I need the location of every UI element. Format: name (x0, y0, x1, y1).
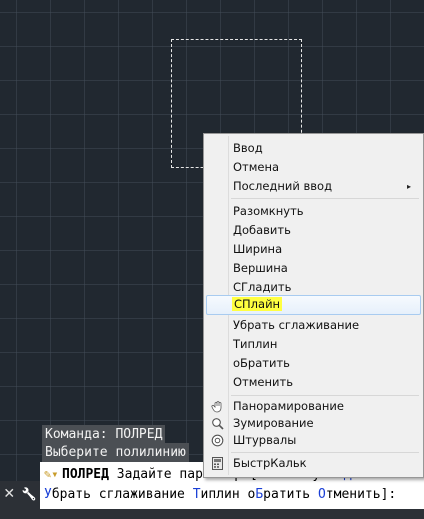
history-line-select: Выберите полилинию (42, 443, 189, 462)
wrench-icon[interactable]: 🔧 (22, 487, 37, 501)
menu-item-label: БыстрКальк (233, 456, 307, 470)
menu-item-label: СПлайн (232, 297, 283, 311)
menu-item-label: Последний ввод (233, 179, 333, 193)
context-menu: Ввод Отмена Последний ввод ▸ Разомкнуть Д… (203, 133, 424, 478)
menu-item-vershina[interactable]: Вершина (206, 259, 421, 278)
menu-item-dobavit[interactable]: Добавить (206, 221, 421, 240)
menu-separator (231, 395, 419, 396)
command-end: ]: (380, 487, 397, 502)
menu-item-label: Типлин (233, 337, 278, 351)
menu-item-tiplin[interactable]: Типлин (206, 335, 421, 354)
pan-icon (210, 399, 225, 414)
menu-item-label: Панорамирование (233, 399, 344, 413)
menu-item-otmena[interactable]: Отмена (206, 158, 421, 177)
pen-icon[interactable]: ✎▾ (44, 464, 62, 484)
option-obratit[interactable]: оБратить (248, 487, 311, 502)
menu-item-shturvaly[interactable]: Штурвалы (206, 431, 421, 450)
submenu-arrow-icon: ▸ (406, 182, 411, 191)
zoom-icon (210, 416, 225, 431)
menu-item-bystrkalk[interactable]: БыстрКальк (206, 454, 421, 473)
menu-item-splain[interactable]: СПлайн (206, 295, 421, 315)
menu-item-label: Штурвалы (233, 433, 297, 447)
steering-wheel-icon (210, 433, 225, 448)
command-line-controls: ✕ 🔧 (0, 484, 40, 504)
menu-item-label: Ввод (233, 141, 263, 155)
menu-item-label: СГладить (233, 280, 292, 294)
menu-item-label: Разомкнуть (233, 204, 304, 218)
option-otmenit[interactable]: Отменить (318, 487, 381, 502)
menu-item-razomknut[interactable]: Разомкнуть (206, 202, 421, 221)
menu-item-label: Отменить (233, 375, 293, 389)
option-tiplin[interactable]: Типлин (193, 487, 240, 502)
menu-item-posledniy-vvod[interactable]: Последний ввод ▸ (206, 177, 421, 196)
menu-separator (231, 198, 419, 199)
menu-item-otmenit[interactable]: Отменить (206, 373, 421, 392)
menu-item-ubrat-sglazhivanie[interactable]: Убрать сглаживание (206, 316, 421, 335)
menu-separator (231, 452, 419, 453)
menu-item-label: Ширина (233, 242, 283, 256)
menu-item-label: Зумирование (233, 416, 314, 430)
command-name: ПОЛРЕД (62, 467, 109, 482)
calculator-icon (210, 456, 225, 471)
menu-item-label: оБратить (233, 356, 290, 370)
menu-item-label: Убрать сглаживание (233, 318, 360, 332)
menu-item-label: Отмена (233, 160, 280, 174)
command-row-2: Убрать сглаживание Типлин оБратить Отмен… (44, 485, 396, 505)
menu-item-obratit[interactable]: оБратить (206, 354, 421, 373)
history-line-command: Команда: ПОЛРЕД (42, 425, 166, 444)
close-icon[interactable]: ✕ (3, 486, 15, 502)
menu-item-label: Вершина (233, 261, 288, 275)
menu-item-vvod[interactable]: Ввод (206, 139, 421, 158)
menu-item-label: Добавить (233, 223, 291, 237)
option-ubrat-sglazhivanie[interactable]: Убрать сглаживание (44, 487, 185, 502)
menu-item-shirina[interactable]: Ширина (206, 240, 421, 259)
